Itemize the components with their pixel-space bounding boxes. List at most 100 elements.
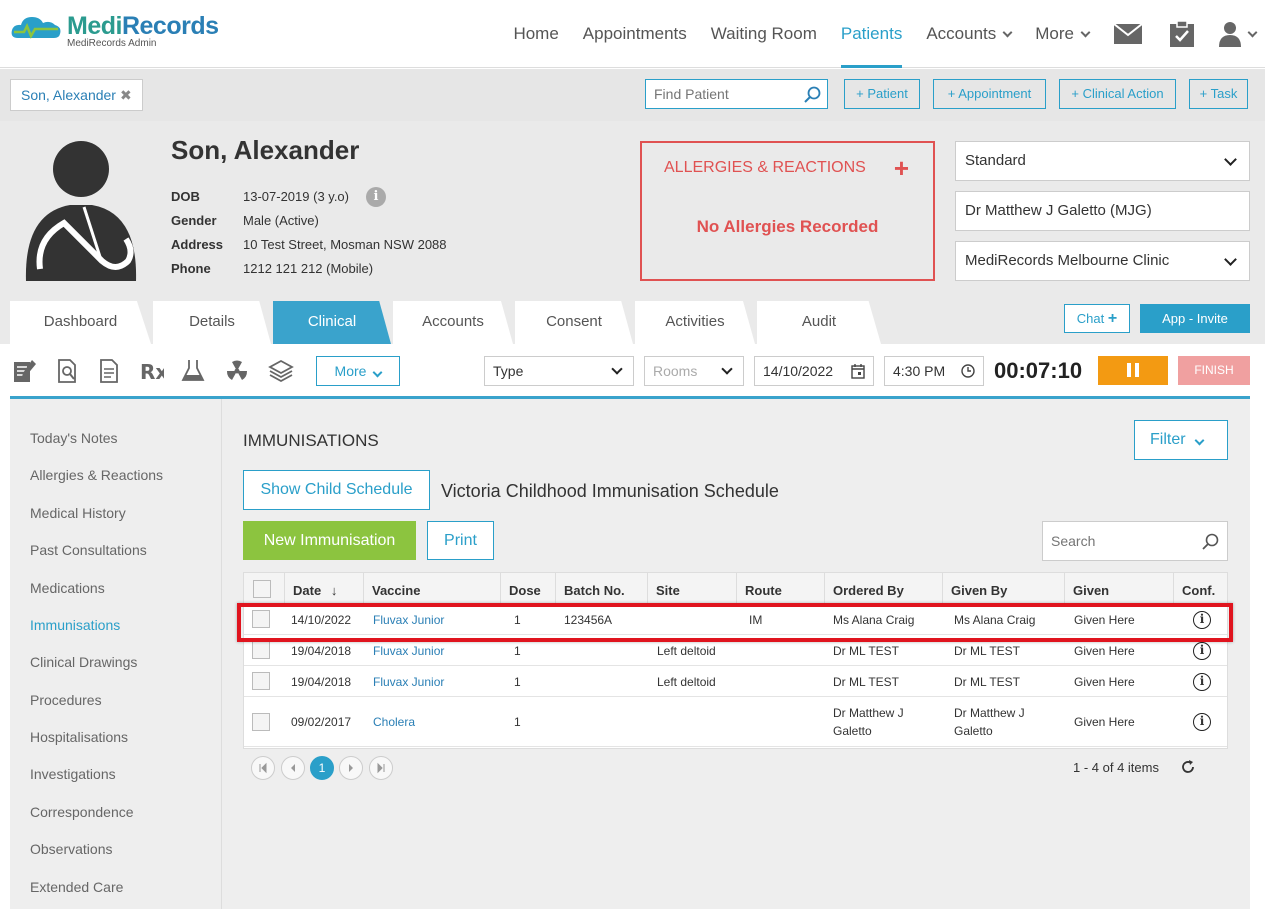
sidebar-item-todays-notes[interactable]: Today's Notes	[30, 430, 118, 446]
nav-more[interactable]: More	[1023, 0, 1101, 68]
tab-clinical[interactable]: Clinical	[273, 301, 391, 344]
chat-button[interactable]: Chat +	[1064, 304, 1130, 333]
column-header-site[interactable]: Site	[648, 573, 737, 604]
table-row[interactable]: 19/04/2018 Fluvax Junior 1 Left deltoid …	[244, 666, 1227, 697]
add-appointment-button[interactable]: + Appointment	[933, 79, 1046, 109]
tab-audit[interactable]: Audit	[757, 301, 881, 344]
given-by-cell: Dr ML TEST	[954, 674, 1021, 689]
ordered-by-cell: Dr Matthew J Galetto	[833, 706, 904, 738]
vaccine-link[interactable]: Fluvax Junior	[373, 666, 444, 697]
mail-icon[interactable]	[1101, 0, 1155, 68]
document-icon[interactable]	[96, 358, 122, 384]
new-immunisation-button[interactable]: New Immunisation	[243, 521, 416, 560]
filter-button[interactable]: Filter	[1134, 420, 1228, 460]
column-header-given-by[interactable]: Given By	[943, 573, 1065, 604]
gender-value: Male (Active)	[243, 213, 319, 228]
search-icon[interactable]	[1202, 533, 1219, 550]
pause-button[interactable]	[1098, 356, 1168, 385]
more-button[interactable]: More	[316, 356, 400, 386]
column-header-route[interactable]: Route	[737, 573, 825, 604]
info-icon[interactable]: i	[1193, 697, 1211, 747]
first-page-icon[interactable]	[251, 756, 275, 780]
column-header-ordered-by[interactable]: Ordered By	[825, 573, 943, 604]
nav-patients[interactable]: Patients	[829, 0, 914, 68]
close-icon[interactable]: ✖	[120, 87, 132, 103]
sidebar-item-medications[interactable]: Medications	[30, 580, 105, 596]
open-patient-tab[interactable]: Son, Alexander ✖	[10, 79, 143, 111]
tab-accounts[interactable]: Accounts	[393, 301, 513, 344]
radiation-icon[interactable]	[224, 358, 250, 384]
sidebar-item-past-consultations[interactable]: Past Consultations	[30, 542, 147, 558]
next-page-icon[interactable]	[339, 756, 363, 780]
row-checkbox[interactable]	[252, 713, 270, 731]
nav-home[interactable]: Home	[501, 0, 570, 68]
sidebar-item-hospitalisations[interactable]: Hospitalisations	[30, 729, 128, 745]
table-row[interactable]: 09/02/2017 Cholera 1 Dr Matthew J Galett…	[244, 697, 1227, 747]
column-header-given[interactable]: Given	[1065, 573, 1174, 604]
search-input[interactable]	[1043, 522, 1193, 560]
immunisation-search[interactable]	[1042, 521, 1228, 561]
nav-appointments[interactable]: Appointments	[571, 0, 699, 68]
column-header-vaccine[interactable]: Vaccine	[364, 573, 501, 604]
type-select[interactable]: Type	[484, 356, 634, 386]
time-field[interactable]: 4:30 PM	[884, 356, 984, 386]
finish-button[interactable]: FINISH	[1178, 356, 1250, 385]
tab-activities[interactable]: Activities	[635, 301, 755, 344]
column-header-conf[interactable]: Conf.	[1174, 573, 1227, 604]
info-icon[interactable]: i	[1193, 666, 1211, 697]
vaccine-link[interactable]: Cholera	[373, 697, 415, 747]
document-search-icon[interactable]	[54, 358, 80, 384]
nav-waiting-room[interactable]: Waiting Room	[699, 0, 829, 68]
tab-dashboard[interactable]: Dashboard	[10, 301, 151, 344]
tab-consent[interactable]: Consent	[515, 301, 633, 344]
lab-flask-icon[interactable]	[180, 358, 206, 384]
find-patient-input[interactable]	[646, 80, 796, 108]
tab-details[interactable]: Details	[153, 301, 271, 344]
find-patient-search[interactable]	[645, 79, 828, 109]
sidebar-item-immunisations[interactable]: Immunisations	[30, 617, 120, 633]
calendar-icon[interactable]	[851, 364, 865, 379]
column-header-date[interactable]: Date ↓	[285, 573, 364, 604]
sidebar-item-observations[interactable]: Observations	[30, 841, 112, 857]
app-invite-button[interactable]: App - Invite	[1140, 304, 1250, 333]
show-child-schedule-button[interactable]: Show Child Schedule	[243, 470, 430, 510]
date-field[interactable]: 14/10/2022	[754, 356, 874, 386]
prev-page-icon[interactable]	[281, 756, 305, 780]
clipboard-check-icon[interactable]	[1155, 0, 1209, 68]
search-icon[interactable]	[804, 86, 821, 103]
print-button[interactable]: Print	[427, 521, 494, 560]
add-allergy-plus-icon[interactable]: +	[894, 153, 909, 184]
nav-accounts[interactable]: Accounts	[914, 0, 1023, 68]
add-patient-button[interactable]: + Patient	[844, 79, 920, 109]
column-header-batch[interactable]: Batch No.	[556, 573, 648, 604]
last-page-icon[interactable]	[369, 756, 393, 780]
select-all-column	[244, 573, 285, 604]
sidebar-item-correspondence[interactable]: Correspondence	[30, 804, 134, 820]
row-checkbox[interactable]	[252, 672, 270, 690]
appointment-type-select[interactable]: Standard	[955, 141, 1250, 181]
notes-icon[interactable]	[12, 358, 38, 384]
doctor-field[interactable]: Dr Matthew J Galetto (MJG)	[955, 191, 1250, 231]
add-clinical-action-button[interactable]: + Clinical Action	[1059, 79, 1176, 109]
stack-icon[interactable]	[268, 358, 294, 384]
add-task-button[interactable]: + Task	[1189, 79, 1248, 109]
logo-subtitle: MediRecords Admin	[67, 38, 157, 49]
info-icon[interactable]: i	[366, 187, 386, 207]
sidebar-item-procedures[interactable]: Procedures	[30, 692, 102, 708]
sidebar-item-clinical-drawings[interactable]: Clinical Drawings	[30, 654, 137, 670]
sidebar-item-allergies[interactable]: Allergies & Reactions	[30, 467, 163, 483]
sidebar-item-extended-care[interactable]: Extended Care	[30, 879, 123, 895]
app-logo[interactable]: MediRecords MediRecords Admin	[10, 12, 220, 52]
sidebar-item-medical-history[interactable]: Medical History	[30, 505, 126, 521]
clock-icon[interactable]	[961, 364, 975, 378]
page-button-current[interactable]: 1	[310, 756, 334, 780]
sidebar-item-investigations[interactable]: Investigations	[30, 766, 116, 782]
user-icon[interactable]	[1209, 0, 1265, 68]
column-header-dose[interactable]: Dose	[501, 573, 556, 604]
prescription-icon[interactable]: Rx	[138, 358, 164, 384]
rooms-select[interactable]: Rooms	[644, 356, 744, 386]
clinic-select[interactable]: MediRecords Melbourne Clinic	[955, 241, 1250, 281]
select-all-checkbox[interactable]	[253, 580, 271, 598]
row-checkbox[interactable]	[252, 641, 270, 659]
refresh-icon[interactable]	[1180, 759, 1196, 775]
